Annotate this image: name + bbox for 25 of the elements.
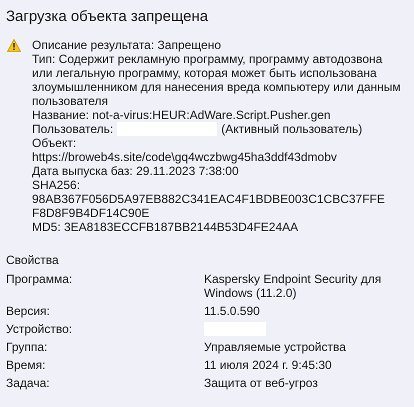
hash-text: 98AB367F056D5A97EB882C341EAC4F1BDBE003C1CBC37FFEF8D8F9B4DF14C90E bbox=[32, 192, 386, 220]
warning-icon bbox=[7, 39, 21, 52]
property-label: Версия: bbox=[6, 304, 51, 318]
property-value: Управляемые устройства bbox=[204, 340, 347, 354]
property-label: Время: bbox=[6, 358, 46, 372]
field-label: Пользователь: bbox=[32, 122, 114, 136]
property-label: Устройство: bbox=[6, 322, 74, 336]
property-label: Задача: bbox=[6, 376, 51, 390]
property-value: 11.5.0.590 bbox=[204, 304, 261, 318]
result-text: Тип: Содержит рекламную программу, программу автодозвона или легальную программу, которая может быть использована злоумышленником для нанесения вреда компьютеру или данным пользователя bbox=[32, 52, 402, 108]
property-value: 11 июля 2024 г. 9:45:30 bbox=[204, 358, 333, 372]
property-value: Kaspersky Endpoint Security для Windows (11.2.0) bbox=[204, 272, 382, 300]
field-note: (Активный пользователь) bbox=[221, 122, 362, 136]
property-value: Защита от веб-угроз bbox=[204, 376, 319, 390]
result-text: Объект: bbox=[32, 136, 78, 150]
property-label: Программа: bbox=[6, 272, 74, 288]
result-text: Название: not-a-virus:HEUR:AdWare.Script.Pusher.gen bbox=[32, 108, 332, 122]
section-title: Свойства bbox=[6, 253, 60, 267]
result-text: https://broweb4s.site/code\gq4wczbwg45ha3ddf43dmobv bbox=[32, 150, 338, 164]
result-text: Дата выпуска баз: 29.11.2023 7:38:00 bbox=[32, 164, 240, 178]
window-title: Загрузка объекта запрещена bbox=[6, 8, 210, 26]
result-text: SHA256: bbox=[32, 178, 82, 192]
property-label: Группа: bbox=[6, 340, 48, 354]
result-text: MD5: 3EA8183ECCFB187BB2144B53D4FE24AA bbox=[32, 220, 300, 234]
result-text: Описание результата: Запрещено bbox=[32, 38, 222, 52]
